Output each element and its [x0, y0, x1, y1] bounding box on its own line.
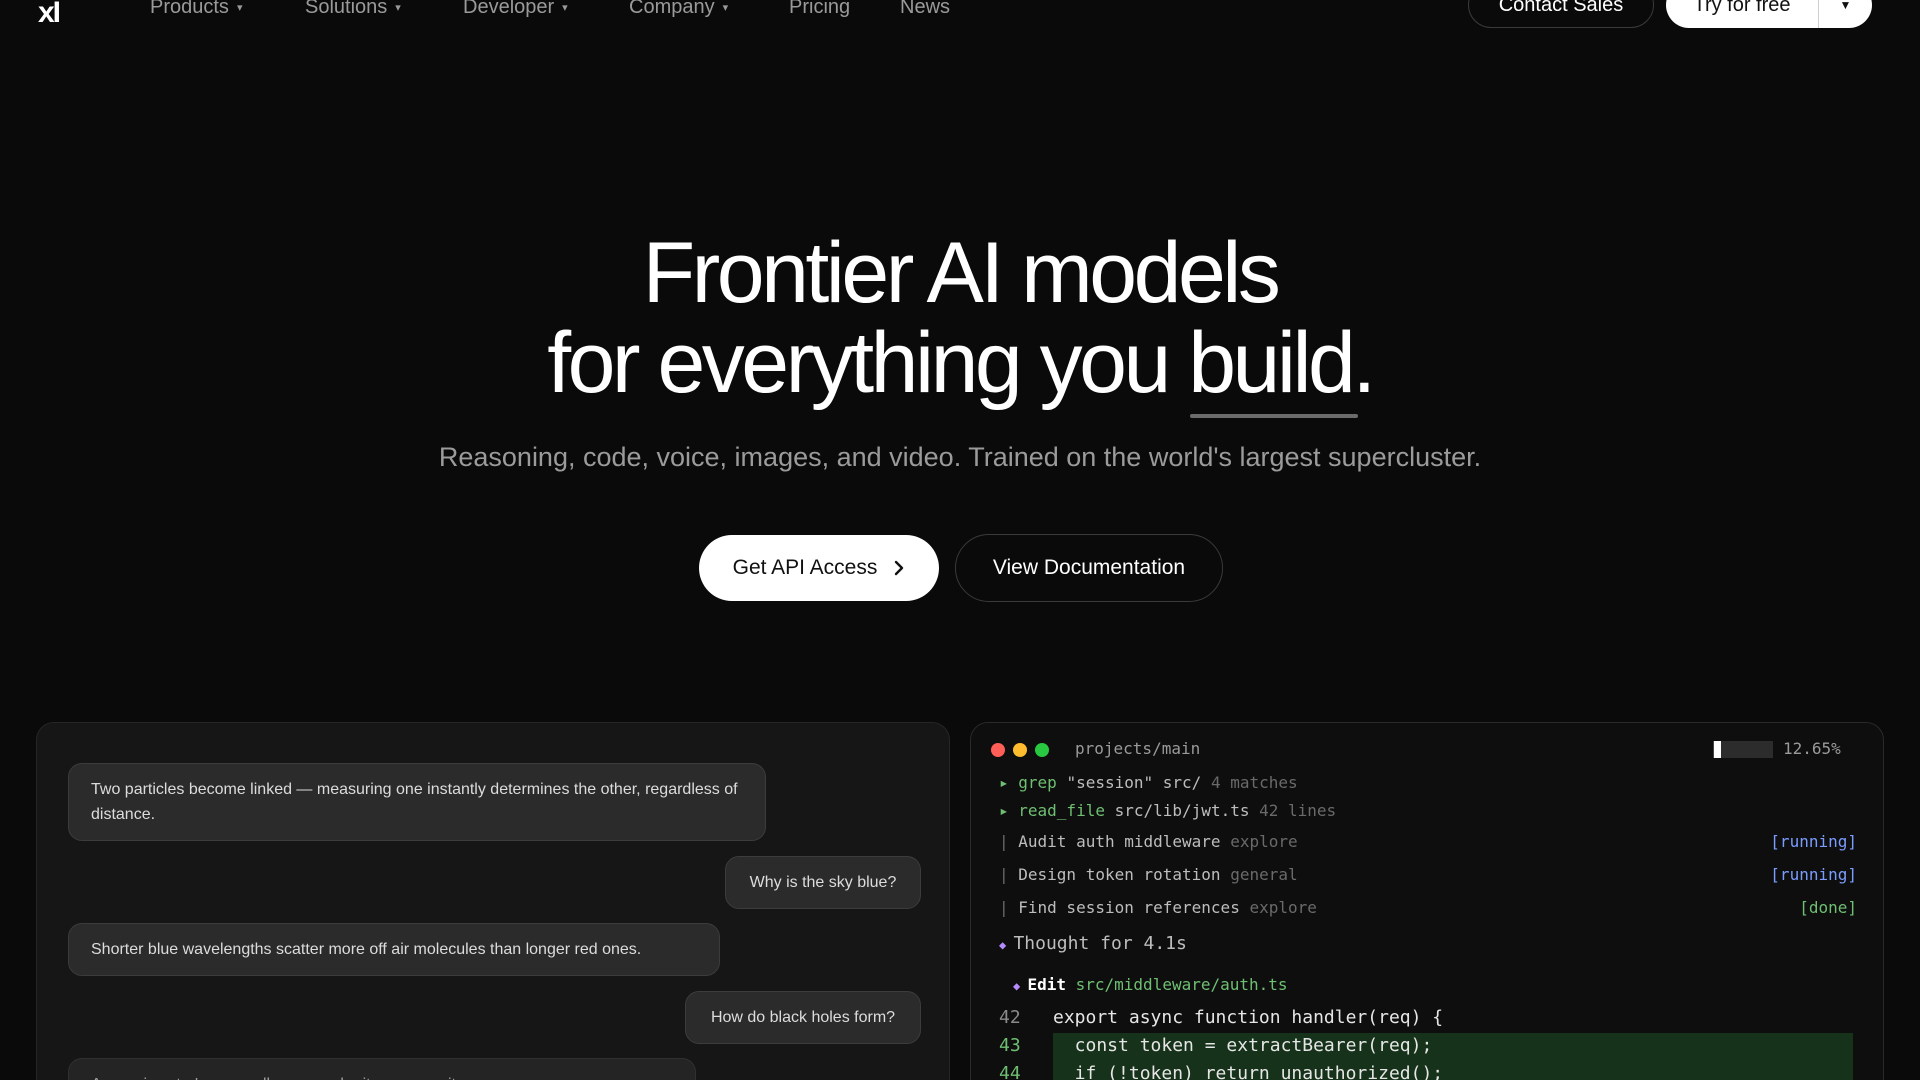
maximize-window-dot: [1035, 743, 1049, 757]
task-line: | Find session references explore: [999, 898, 1317, 917]
thought-line: ◆ Thought for 4.1s: [999, 933, 1187, 954]
code-text: const token = extractBearer(req);: [1053, 1035, 1433, 1056]
hero-title-line2: for everything you build.: [0, 315, 1920, 418]
tool-cmd: grep: [1018, 773, 1057, 792]
line-number: 43: [999, 1035, 1021, 1056]
code-text: export async function handler(req) {: [1053, 1007, 1444, 1028]
get-api-access-label: Get API Access: [732, 556, 878, 579]
task-line: | Design token rotation general: [999, 865, 1298, 884]
chat-message-assistant: Two particles become linked — measuring …: [68, 763, 766, 841]
triangle-icon: ▸: [999, 801, 1019, 820]
chat-message-user: How do black holes form?: [685, 991, 921, 1044]
code-line: 43 const token = extractBearer(req);: [999, 1035, 1432, 1056]
nav-item-pricing[interactable]: Pricing: [789, 0, 850, 19]
nav-item-products[interactable]: Products ▾: [150, 0, 242, 19]
task-name: Find session references: [1018, 898, 1240, 917]
nav-item-label: Company: [629, 0, 715, 18]
top-nav: xI Products ▾ Solutions ▾ Developer ▾ Co…: [0, 0, 1920, 30]
chevron-down-icon: ▾: [236, 2, 243, 14]
task-type: explore: [1249, 898, 1317, 917]
triangle-icon: ▸: [999, 773, 1019, 792]
edit-file: src/middleware/auth.ts: [1075, 975, 1288, 994]
tool-call-line: ▸ read_file src/lib/jwt.ts 42 lines: [999, 801, 1336, 820]
chat-message-assistant: A massive star's core collapses under it…: [68, 1058, 696, 1080]
line-number: 42: [999, 1007, 1021, 1028]
pipe-icon: |: [999, 898, 1019, 917]
code-line: 42 export async function handler(req) {: [999, 1007, 1443, 1028]
nav-item-developer[interactable]: Developer ▾: [463, 0, 568, 19]
chevron-down-icon: ▾: [395, 2, 401, 14]
chevron-down-icon[interactable]: ▼: [1819, 0, 1872, 12]
edit-line: ◆ Edit src/middleware/auth.ts: [1013, 975, 1288, 994]
task-status: [running]: [1770, 865, 1857, 884]
chat-demo-panel: Two particles become linked — measuring …: [36, 722, 950, 1080]
minimize-window-dot: [1013, 743, 1027, 757]
hero-title-line1: Frontier AI models: [642, 225, 1281, 321]
hero-subtitle: Reasoning, code, voice, images, and vide…: [438, 442, 1482, 472]
chat-message-user: Why is the sky blue?: [725, 856, 921, 909]
code-text: if (!token) return unauthorized();: [1053, 1063, 1444, 1080]
pipe-icon: |: [999, 832, 1019, 851]
nav-item-label: Solutions: [305, 0, 388, 18]
progress-fill: [1714, 741, 1722, 758]
chat-message-assistant: Shorter blue wavelengths scatter more of…: [68, 923, 720, 976]
tool-arg: "session" src/: [1066, 773, 1202, 792]
diamond-icon: ◆: [999, 938, 1014, 952]
progress-percent: 12.65%: [1783, 739, 1841, 758]
task-type: general: [1230, 865, 1298, 884]
nav-item-label: News: [900, 0, 951, 18]
close-window-dot: [991, 743, 1005, 757]
terminal-path: projects/main: [1075, 739, 1201, 758]
nav-item-label: Pricing: [789, 0, 851, 18]
hero-title-suffix: .: [1352, 315, 1376, 411]
task-name: Design token rotation: [1018, 865, 1221, 884]
nav-item-label: Products: [150, 0, 229, 18]
try-for-free-label: Try for free: [1693, 0, 1791, 16]
chevron-down-icon: ▾: [722, 2, 729, 14]
get-api-access-button[interactable]: Get API Access: [699, 535, 939, 601]
nav-item-label: Developer: [463, 0, 555, 18]
tool-meta: 4 matches: [1210, 773, 1298, 792]
thought-text: Thought for 4.1s: [1013, 933, 1187, 954]
nav-item-company[interactable]: Company ▾: [629, 0, 728, 19]
terminal-demo-panel: projects/main 12.65% ▸ grep "session" sr…: [970, 722, 1884, 1080]
chevron-right-icon: [895, 560, 904, 576]
hero-title: Frontier AI models for everything you bu…: [0, 225, 1920, 418]
line-number: 44: [999, 1063, 1021, 1080]
task-type: explore: [1230, 832, 1298, 851]
task-status: [running]: [1770, 832, 1857, 851]
tool-call-line: ▸ grep "session" src/ 4 matches: [999, 773, 1298, 792]
brand-logo[interactable]: xI: [38, 0, 61, 30]
chevron-down-icon: ▾: [562, 2, 568, 14]
tool-arg: src/lib/jwt.ts: [1114, 801, 1250, 820]
hero-title-highlight: build: [1188, 315, 1359, 418]
hero-title-prefix: for everything you: [547, 315, 1189, 411]
code-line: 44 if (!token) return unauthorized();: [999, 1063, 1443, 1080]
task-name: Audit auth middleware: [1018, 832, 1221, 851]
nav-item-news[interactable]: News: [900, 0, 950, 19]
tool-meta: 42 lines: [1259, 801, 1337, 820]
diamond-icon: ◆: [1013, 979, 1028, 993]
task-status: [done]: [1799, 898, 1857, 917]
nav-item-solutions[interactable]: Solutions ▾: [305, 0, 401, 19]
task-line: | Audit auth middleware explore: [999, 832, 1298, 851]
tool-cmd: read_file: [1018, 801, 1105, 820]
pipe-icon: |: [999, 865, 1019, 884]
edit-label: Edit: [1027, 975, 1066, 994]
view-documentation-button[interactable]: View Documentation: [955, 534, 1223, 602]
context-progress-bar: [1713, 741, 1773, 758]
try-for-free-button[interactable]: Try for free ▼: [1666, 0, 1872, 28]
contact-sales-button[interactable]: Contact Sales: [1468, 0, 1654, 28]
